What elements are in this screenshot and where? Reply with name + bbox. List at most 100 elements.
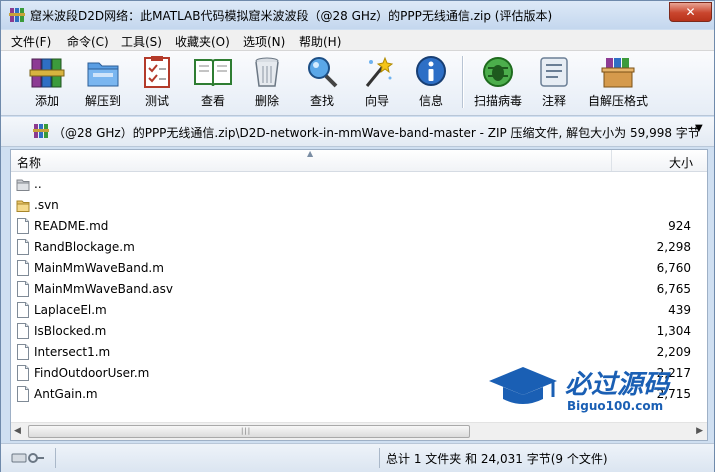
file-size: 2,298	[656, 240, 691, 254]
file-row[interactable]: LaplaceEl.m 439	[11, 300, 691, 321]
scroll-right-icon[interactable]: ▶	[696, 426, 703, 436]
file-size: 924	[668, 219, 691, 233]
virus-scan-icon	[483, 57, 513, 87]
file-size: 6,765	[656, 282, 691, 296]
wizard-wand-icon	[365, 56, 394, 87]
magnifier-icon	[308, 57, 338, 88]
virus-scan-label: 扫描病毒	[473, 94, 522, 108]
address-bar[interactable]: （@28 GHz）的PPP无线通信.zip\D2D-network-in-mmW…	[1, 117, 714, 147]
file-icon	[16, 302, 30, 318]
address-dropdown-icon[interactable]: ▼	[695, 123, 703, 134]
comment-label: 注释	[541, 94, 566, 108]
watermark-title: 必过源码	[565, 370, 671, 400]
sfx-box-icon	[601, 58, 635, 88]
scroll-left-icon[interactable]: ◀	[14, 426, 21, 436]
column-divider[interactable]	[611, 150, 612, 171]
menu-tools[interactable]: 工具(S)	[121, 33, 162, 50]
open-book-icon	[194, 59, 232, 87]
file-size: 2,209	[656, 345, 691, 359]
file-name: MainMmWaveBand.asv	[34, 282, 173, 296]
file-size: 6,760	[656, 261, 691, 275]
file-icon	[16, 323, 30, 339]
delete-button[interactable]: 删除	[241, 54, 293, 112]
file-size: 1,304	[656, 324, 691, 338]
address-path: （@28 GHz）的PPP无线通信.zip\D2D-network-in-mmW…	[53, 126, 700, 140]
close-button[interactable]: ✕	[669, 2, 712, 22]
file-icon	[16, 365, 30, 381]
menu-help[interactable]: 帮助(H)	[299, 33, 341, 50]
file-name: Intersect1.m	[34, 345, 111, 359]
view-button[interactable]: 查看	[185, 54, 241, 112]
file-icon	[16, 386, 30, 402]
info-label: 信息	[418, 94, 443, 108]
info-icon	[416, 56, 446, 86]
test-button[interactable]: 测试	[131, 54, 183, 112]
app-window: 窟米波段D2D网络：此MATLAB代码模拟窟米波波段（@28 GHz）的PPP无…	[0, 0, 715, 472]
file-row[interactable]: .svn	[11, 195, 691, 216]
column-name-header[interactable]: 名称	[17, 154, 41, 171]
file-row[interactable]: IsBlocked.m 1,304	[11, 321, 691, 342]
status-summary: 总计 1 文件夹 和 24,031 字节(9 个文件)	[386, 452, 608, 466]
scrollbar-grip-icon: |||	[241, 427, 252, 435]
info-button[interactable]: 信息	[405, 54, 457, 112]
parent-folder-icon	[16, 176, 30, 192]
winrar-app-icon	[9, 8, 25, 22]
drive-key-icon[interactable]	[11, 452, 45, 464]
extract-to-button[interactable]: 解压到	[75, 54, 131, 112]
comment-button[interactable]: 注释	[529, 54, 579, 112]
column-header: 名称 ▲ 大小	[11, 149, 707, 172]
file-row[interactable]: README.md 924	[11, 216, 691, 237]
sfx-button[interactable]: 自解压格式	[583, 54, 653, 112]
toolbar: 添加 解压到 测试 查看 删除 查找 向导 信息 扫描病毒 注释 自解压格式	[1, 51, 714, 116]
file-icon	[16, 239, 30, 255]
scrollbar-thumb[interactable]: |||	[28, 425, 470, 438]
menu-bar: 文件(F) 命令(C) 工具(S) 收藏夹(O) 选项(N) 帮助(H)	[1, 30, 714, 51]
watermark-url: Biguo100.com	[567, 399, 663, 413]
toolbar-separator	[462, 56, 464, 108]
wizard-label: 向导	[364, 94, 389, 108]
window-title: 窟米波段D2D网络：此MATLAB代码模拟窟米波波段（@28 GHz）的PPP无…	[30, 9, 553, 23]
folder-icon	[16, 197, 30, 213]
delete-label: 删除	[254, 94, 279, 108]
file-name: README.md	[34, 219, 109, 233]
add-button[interactable]: 添加	[19, 54, 75, 112]
trash-icon	[255, 57, 279, 87]
file-icon	[16, 260, 30, 276]
test-label: 测试	[144, 94, 169, 108]
virus-scan-button[interactable]: 扫描病毒	[469, 54, 527, 112]
find-label: 查找	[309, 94, 334, 108]
file-row[interactable]: RandBlockage.m 2,298	[11, 237, 691, 258]
menu-commands[interactable]: 命令(C)	[67, 33, 109, 50]
watermark-logo: 必过源码 Biguo100.com	[489, 367, 671, 413]
archive-icon	[33, 124, 49, 138]
status-bar: 总计 1 文件夹 和 24,031 字节(9 个文件)	[1, 443, 714, 472]
wizard-button[interactable]: 向导	[351, 54, 403, 112]
file-name: ..	[34, 177, 42, 191]
file-name: .svn	[34, 198, 59, 212]
file-icon	[16, 281, 30, 297]
column-size-header[interactable]: 大小	[669, 154, 693, 171]
file-name: AntGain.m	[34, 387, 98, 401]
menu-options[interactable]: 选项(N)	[243, 33, 285, 50]
file-icon	[16, 218, 30, 234]
find-button[interactable]: 查找	[295, 54, 349, 112]
checklist-icon	[144, 56, 170, 88]
file-name: MainMmWaveBand.m	[34, 261, 164, 275]
file-row[interactable]: Intersect1.m 2,209	[11, 342, 691, 363]
sort-arrow-icon: ▲	[307, 149, 314, 158]
menu-file[interactable]: 文件(F)	[11, 33, 51, 50]
file-name: IsBlocked.m	[34, 324, 107, 338]
status-separator	[55, 448, 56, 468]
file-row[interactable]: MainMmWaveBand.asv 6,765	[11, 279, 691, 300]
title-bar[interactable]: 窟米波段D2D网络：此MATLAB代码模拟窟米波波段（@28 GHz）的PPP无…	[1, 1, 714, 29]
file-row[interactable]: MainMmWaveBand.m 6,760	[11, 258, 691, 279]
comment-icon	[540, 57, 568, 87]
file-icon	[16, 344, 30, 360]
status-separator	[379, 448, 380, 468]
menu-favorites[interactable]: 收藏夹(O)	[175, 33, 230, 50]
add-label: 添加	[34, 94, 59, 108]
folder-extract-icon	[87, 62, 119, 87]
file-name: RandBlockage.m	[34, 240, 135, 254]
horizontal-scrollbar[interactable]: ◀ ||| ▶	[11, 422, 707, 440]
file-row[interactable]: ..	[11, 174, 691, 195]
